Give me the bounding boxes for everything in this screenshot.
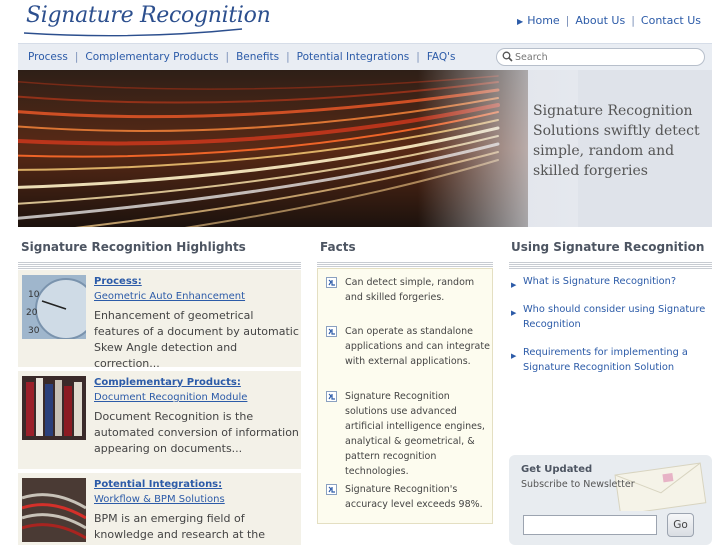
- fact-bullet-icon: [326, 277, 337, 288]
- highlight-title[interactable]: Complementary Products:: [94, 377, 241, 388]
- newsletter-subtitle: Subscribe to Newsletter: [521, 479, 635, 490]
- highlight-title[interactable]: Potential Integrations:: [94, 479, 222, 490]
- fact-bullet-icon: [326, 391, 337, 402]
- highlight-item: 10 20 30 Process: Geometric Auto Enhanceme…: [18, 270, 301, 370]
- fact-text: Signature Recognition solutions use adva…: [345, 391, 485, 477]
- highlight-item: Complementary Products: Document Recogni…: [18, 371, 301, 469]
- newsletter-go-button[interactable]: Go: [667, 513, 694, 537]
- gauge-thumbnail-image: 10 20 30: [22, 275, 86, 339]
- arrow-icon: ▶: [517, 17, 524, 26]
- nav-potential-integrations[interactable]: Potential Integrations: [297, 51, 410, 63]
- arrow-icon: ▶: [511, 352, 517, 360]
- search-box[interactable]: [496, 48, 705, 66]
- search-input[interactable]: [515, 50, 700, 64]
- arrow-icon: ▶: [511, 281, 517, 289]
- highlight-description: Enhancement of geometrical features of a…: [94, 309, 299, 370]
- fact-text: Can detect simple, random and skilled fo…: [345, 277, 475, 303]
- fact-bullet-icon: [326, 326, 337, 337]
- facts-heading: Facts: [320, 240, 356, 254]
- facts-panel: Can detect simple, random and skilled fo…: [317, 268, 493, 524]
- hero-banner: Signature Recognition Solutions swiftly …: [18, 70, 712, 227]
- nav-process[interactable]: Process: [28, 51, 68, 63]
- nav-faqs[interactable]: FAQ's: [427, 51, 456, 63]
- newsletter-title: Get Updated: [521, 464, 593, 475]
- using-heading: Using Signature Recognition: [511, 240, 705, 254]
- highlight-description: BPM is an emerging field of knowledge an…: [94, 512, 265, 545]
- svg-text:30: 30: [28, 326, 40, 336]
- search-icon: [502, 51, 513, 62]
- logo-swoosh-icon: [24, 28, 243, 37]
- divider: [18, 262, 301, 270]
- svg-text:10: 10: [28, 290, 40, 300]
- main-nav: Process | Complementary Products | Benefits |…: [18, 43, 712, 70]
- highlight-subtitle-link[interactable]: Workflow & BPM Solutions: [94, 494, 225, 505]
- contact-link[interactable]: Contact Us: [641, 14, 701, 27]
- highlights-heading: Signature Recognition Highlights: [21, 240, 246, 254]
- arrow-icon: ▶: [511, 309, 517, 317]
- home-link[interactable]: Home: [527, 14, 559, 27]
- fact-text: Can operate as standalone applications a…: [345, 326, 490, 367]
- header: Signature Recognition ▶ Home | About Us | Con…: [0, 0, 727, 42]
- site-logo[interactable]: Signature Recognition: [26, 3, 271, 28]
- documents-thumbnail-image: [22, 376, 86, 440]
- cables-thumbnail-image: [22, 478, 86, 542]
- highlight-description: Document Recognition is the automated co…: [94, 410, 299, 455]
- highlight-title[interactable]: Process:: [94, 276, 142, 287]
- highlight-item: Potential Integrations: Workflow & BPM S…: [18, 473, 301, 545]
- highlight-subtitle-link[interactable]: Document Recognition Module: [94, 392, 247, 403]
- hero-tagline: Signature Recognition Solutions swiftly …: [533, 103, 700, 179]
- divider: [509, 262, 712, 270]
- fact-text: Signature Recognition's accuracy level e…: [345, 484, 483, 510]
- nav-complementary-products[interactable]: Complementary Products: [85, 51, 218, 63]
- highlight-subtitle-link[interactable]: Geometric Auto Enhancement: [94, 291, 245, 302]
- nav-benefits[interactable]: Benefits: [236, 51, 279, 63]
- about-link[interactable]: About Us: [575, 14, 625, 27]
- svg-text:20: 20: [26, 308, 38, 318]
- fact-bullet-icon: [326, 484, 337, 495]
- newsletter-email-input[interactable]: [523, 515, 657, 535]
- newsletter-panel: Get Updated Subscribe to Newsletter Go: [509, 455, 712, 545]
- top-links: ▶ Home | About Us | Contact Us: [517, 14, 701, 27]
